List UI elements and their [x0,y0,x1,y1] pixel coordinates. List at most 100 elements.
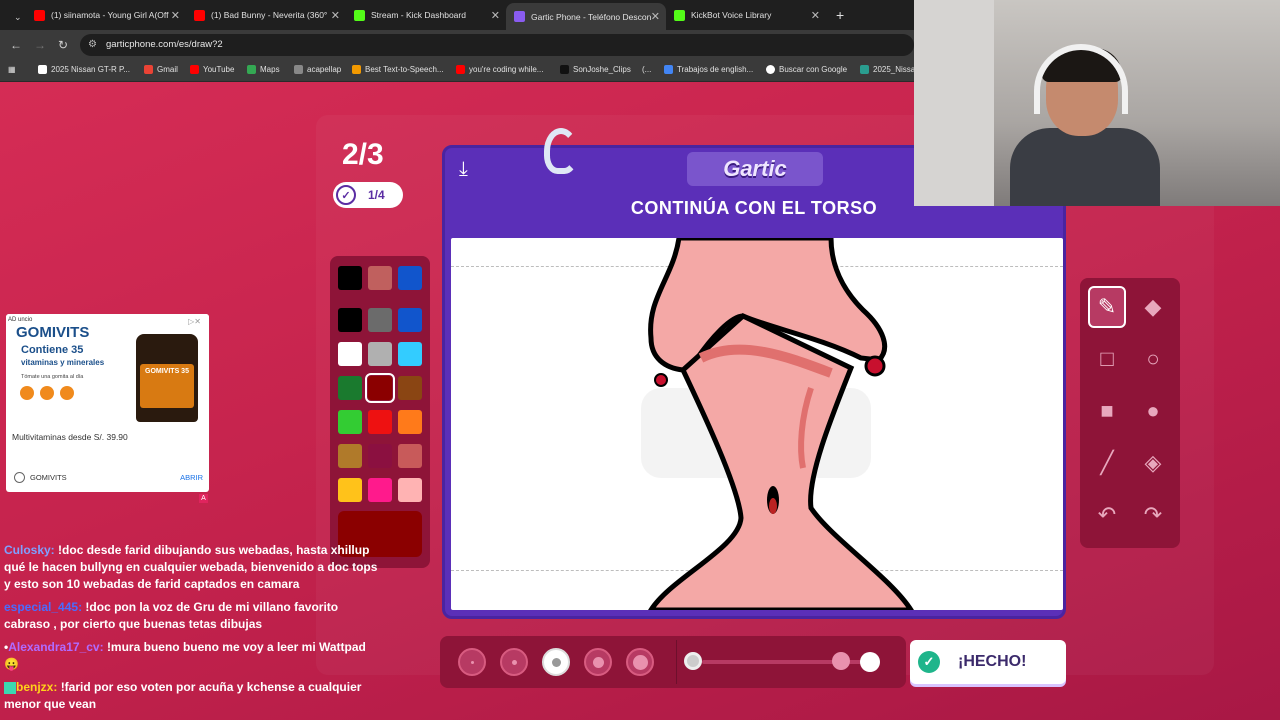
tab-list-button[interactable]: ⌄ [6,6,22,28]
bookmark-label: Best Text-to-Speech... [365,65,444,74]
new-tab-button[interactable]: + [828,4,852,26]
line-tool[interactable]: ╱ [1088,442,1126,484]
bookmark-youtube[interactable]: YouTube [190,65,234,74]
ad-feature-icons [20,386,74,400]
square-outline-icon: □ [1100,346,1114,371]
color-swatch[interactable] [368,478,392,502]
tab-3[interactable]: Stream - Kick Dashboard ✕ [346,4,506,26]
pencil-icon: ✎ [1097,294,1117,319]
bookmark-tts[interactable]: Best Text-to-Speech... [352,65,444,74]
address-bar[interactable]: ⚙ garticphone.com/es/draw?2 [80,34,914,56]
color-swatch[interactable] [338,266,362,290]
color-swatch[interactable] [398,444,422,468]
site-info-icon[interactable]: ⚙ [88,34,97,56]
color-swatch[interactable] [338,308,362,332]
google-icon [766,65,775,74]
color-swatch[interactable] [368,266,392,290]
ad-advertiser-name: GOMIVITS [30,473,67,482]
chat-username: Alexandra17_cv: [8,640,104,654]
redo-button[interactable]: ↷ [1134,494,1172,536]
apps-grid-icon[interactable]: ▦ [8,65,16,74]
tab-2[interactable]: (1) Bad Bunny - Neverita (360° ✕ [186,4,346,26]
brush-size-2[interactable] [500,648,528,676]
chat-text: !farid por eso voten por acuña y kchense… [4,680,362,711]
color-swatch[interactable] [368,444,392,468]
youtube-favicon-icon [34,9,45,21]
back-arrow-icon[interactable]: ← [10,38,22,52]
drawing-canvas[interactable] [451,238,1063,610]
color-swatch[interactable] [398,478,422,502]
color-swatch[interactable] [368,410,392,434]
chat-message: Culosky: !doc desde farid dibujando sus … [4,542,384,593]
color-swatch[interactable] [338,342,362,366]
ellipse-fill-tool[interactable]: ● [1134,390,1172,432]
kick-favicon-icon [354,9,365,21]
brush-size-3[interactable] [542,648,570,676]
ad-headline: Contiene 35 [21,344,84,356]
ad-image[interactable]: AD uncio GOMIVITS Contiene 35 vitaminas … [6,314,209,426]
opacity-slider-thumb[interactable] [832,652,850,670]
color-swatch[interactable] [398,308,422,332]
line-icon: ╱ [1100,450,1114,475]
ad-open-button[interactable]: ABRIR [180,473,203,482]
tab-label: KickBot Voice Library [691,10,772,20]
bookmark-folder[interactable]: (... [642,65,651,74]
bookmark-maps[interactable]: Maps [247,65,280,74]
rectangle-fill-tool[interactable]: ■ [1088,390,1126,432]
bookmark-label: you're coding while... [469,65,544,74]
color-swatch[interactable] [365,373,395,403]
bookmark-nissan[interactable]: 2025_Nissa [860,65,915,74]
close-tab-icon[interactable]: ✕ [651,10,660,23]
bucket-fill-tool[interactable]: ◈ [1134,442,1172,484]
ellipse-outline-tool[interactable]: ○ [1134,338,1172,380]
color-swatch[interactable] [368,342,392,366]
color-swatch[interactable] [338,376,362,400]
reload-icon[interactable]: ↻ [58,38,68,52]
drawing-strokes [641,238,914,610]
bookmark-google[interactable]: Buscar con Google [766,65,847,74]
bookmark-tiktok[interactable]: SonJoshe_Clips [560,65,631,74]
color-swatch[interactable] [338,478,362,502]
dot-icon [592,656,604,668]
check-icon: ✓ [336,185,356,205]
color-swatch[interactable] [398,342,422,366]
done-button[interactable]: ✓ ¡HECHO! [910,640,1066,684]
chat-username: benjzx: [16,680,58,694]
bookmark-1[interactable]: 2025 Nissan GT-R P... [38,65,130,74]
bookmark-label: (... [642,65,652,74]
download-icon[interactable]: ⤓ [459,158,468,181]
eraser-tool[interactable]: ◆ [1134,286,1172,328]
undo-button[interactable]: ↶ [1088,494,1126,536]
color-swatch[interactable] [368,308,392,332]
brush-size-1[interactable] [458,648,486,676]
close-tab-icon[interactable]: ✕ [811,9,820,22]
rectangle-outline-tool[interactable]: □ [1088,338,1126,380]
bookmark-coding[interactable]: you're coding while... [456,65,543,74]
forward-arrow-icon[interactable]: → [34,38,46,52]
color-swatch[interactable] [398,376,422,400]
color-swatch[interactable] [338,410,362,434]
youtube-icon [456,65,465,74]
color-swatch[interactable] [398,266,422,290]
tool-panel: ✎ ◆ □ ○ ■ ● ╱ ◈ ↶ ↷ [1080,278,1180,548]
chat-message: •Alexandra17_cv: !mura bueno bueno me vo… [4,639,384,673]
bookmark-gmail[interactable]: Gmail [144,65,178,74]
spiral-ring-decoration [544,128,578,174]
bookmark-english[interactable]: Trabajos de english... [664,65,753,74]
brush-size-4[interactable] [584,648,612,676]
tab-1[interactable]: (1) siinamota - Young Girl A(Off ✕ [26,4,186,26]
color-swatch[interactable] [398,410,422,434]
bookmark-label: SonJoshe_Clips [573,65,631,74]
bookmark-acapellap[interactable]: acapellap [294,65,341,74]
ad-banner[interactable]: AD uncio GOMIVITS Contiene 35 vitaminas … [6,314,209,492]
close-tab-icon[interactable]: ✕ [171,9,180,22]
ad-choices-icon[interactable]: ▷✕ [188,317,201,326]
brush-size-5[interactable] [626,648,654,676]
tab-4-active[interactable]: Gartic Phone - Teléfono Descon ✕ [506,3,666,30]
close-tab-icon[interactable]: ✕ [491,9,500,22]
pencil-tool[interactable]: ✎ [1088,286,1126,328]
tab-5[interactable]: KickBot Voice Library ✕ [666,4,826,26]
color-swatch[interactable] [338,444,362,468]
close-tab-icon[interactable]: ✕ [331,9,340,22]
color-palette [330,256,430,568]
